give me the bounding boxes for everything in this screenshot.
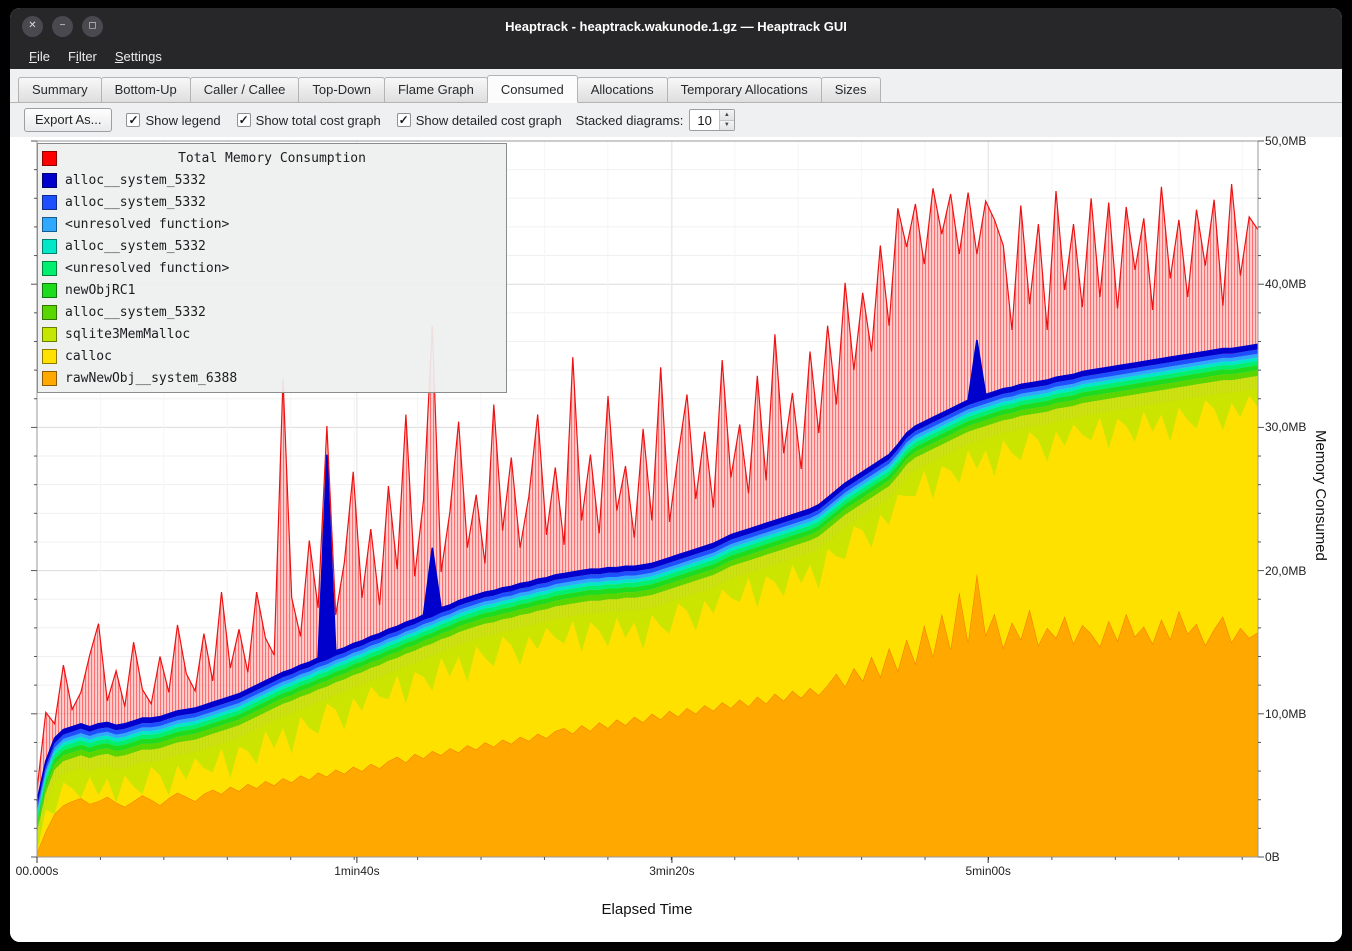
- close-icon: ✕: [28, 21, 36, 31]
- x-tick-label: 3min20s: [649, 864, 694, 878]
- x-tick-label: 1min40s: [334, 864, 379, 878]
- legend-label: alloc__system_5332: [65, 305, 206, 320]
- legend-swatch: [42, 349, 57, 364]
- y-tick-label: 50,0MB: [1265, 134, 1306, 148]
- legend-swatch: [42, 283, 57, 298]
- minimize-button[interactable]: −: [52, 16, 73, 37]
- legend-label: alloc__system_5332: [65, 239, 206, 254]
- legend-row: rawNewObj__system_6388: [42, 367, 502, 389]
- tab-top-down[interactable]: Top-Down: [298, 77, 385, 103]
- legend-title: Total Memory Consumption: [42, 151, 502, 166]
- y-tick-label: 30,0MB: [1265, 420, 1306, 434]
- window-title: Heaptrack - heaptrack.wakunode.1.gz — He…: [10, 19, 1342, 34]
- legend-swatch: [42, 305, 57, 320]
- x-axis-title: Elapsed Time: [602, 901, 693, 918]
- legend-label: alloc__system_5332: [65, 173, 206, 188]
- chart-area: Total Memory Consumption alloc__system_5…: [10, 137, 1342, 942]
- chevron-up-icon: ▲: [724, 112, 730, 118]
- menu-bar: FileFilterSettings: [10, 44, 1342, 69]
- y-tick-label: 10,0MB: [1265, 707, 1306, 721]
- y-axis-title: Memory Consumed: [1312, 430, 1329, 561]
- tab-consumed[interactable]: Consumed: [487, 75, 578, 103]
- menu-item-filter[interactable]: Filter: [59, 46, 106, 67]
- maximize-button[interactable]: ◻: [82, 16, 103, 37]
- tab-sizes[interactable]: Sizes: [821, 77, 881, 103]
- spin-down-button[interactable]: ▼: [720, 120, 734, 131]
- window-controls: ✕ − ◻: [22, 8, 103, 44]
- legend-row: alloc__system_5332: [42, 191, 502, 213]
- checkbox-check-icon: ✓: [126, 113, 140, 127]
- tab-temporary-allocations[interactable]: Temporary Allocations: [667, 77, 822, 103]
- checkbox-show-legend[interactable]: ✓ Show legend: [126, 113, 220, 128]
- tab-allocations[interactable]: Allocations: [577, 77, 668, 103]
- legend-swatch: [42, 239, 57, 254]
- minimize-icon: −: [60, 21, 66, 31]
- legend-swatch: [42, 195, 57, 210]
- legend-label: newObjRC1: [65, 283, 135, 298]
- close-button[interactable]: ✕: [22, 16, 43, 37]
- desktop-background: ✕ − ◻ Heaptrack - heaptrack.wakunode.1.g…: [0, 0, 1352, 951]
- tab-flame-graph[interactable]: Flame Graph: [384, 77, 488, 103]
- maximize-icon: ◻: [88, 21, 96, 31]
- export-as-button[interactable]: Export As...: [24, 108, 112, 132]
- y-tick-label: 40,0MB: [1265, 277, 1306, 291]
- legend-swatch: [42, 261, 57, 276]
- chevron-down-icon: ▼: [724, 122, 730, 128]
- toolbar: Export As... ✓ Show legend ✓ Show total cos…: [10, 103, 1342, 137]
- tab-caller-callee[interactable]: Caller / Callee: [190, 77, 300, 103]
- legend-row: alloc__system_5332: [42, 301, 502, 323]
- checkbox-label: Show legend: [145, 113, 220, 128]
- spin-up-button[interactable]: ▲: [720, 110, 734, 120]
- legend-row: sqlite3MemMalloc: [42, 323, 502, 345]
- spinbox-value: 10: [690, 110, 718, 130]
- checkbox-label: Show detailed cost graph: [416, 113, 562, 128]
- checkbox-show-total-cost-graph[interactable]: ✓ Show total cost graph: [237, 113, 381, 128]
- legend-label: <unresolved function>: [65, 217, 229, 232]
- tab-summary[interactable]: Summary: [18, 77, 102, 103]
- stacked-diagrams-label: Stacked diagrams:: [576, 113, 684, 128]
- legend-row: alloc__system_5332: [42, 169, 502, 191]
- tab-bar: SummaryBottom-UpCaller / CalleeTop-DownF…: [10, 69, 1342, 103]
- legend-label: rawNewObj__system_6388: [65, 371, 237, 386]
- legend-row: <unresolved function>: [42, 213, 502, 235]
- checkbox-check-icon: ✓: [397, 113, 411, 127]
- legend-label: alloc__system_5332: [65, 195, 206, 210]
- checkbox-show-detailed-cost-graph[interactable]: ✓ Show detailed cost graph: [397, 113, 562, 128]
- title-bar[interactable]: ✕ − ◻ Heaptrack - heaptrack.wakunode.1.g…: [10, 8, 1342, 44]
- legend-label: sqlite3MemMalloc: [65, 327, 190, 342]
- x-tick-label: 5min00s: [965, 864, 1010, 878]
- menu-item-settings[interactable]: Settings: [106, 46, 171, 67]
- legend-swatch: [42, 173, 57, 188]
- legend-swatch: [42, 371, 57, 386]
- legend-label: calloc: [65, 349, 112, 364]
- checkbox-check-icon: ✓: [237, 113, 251, 127]
- app-window: ✕ − ◻ Heaptrack - heaptrack.wakunode.1.g…: [10, 8, 1342, 942]
- checkbox-label: Show total cost graph: [256, 113, 381, 128]
- legend-rows: alloc__system_5332 alloc__system_5332 <unr…: [42, 169, 502, 389]
- checkbox-group: ✓ Show legend ✓ Show total cost graph ✓ Show …: [126, 113, 561, 128]
- legend-label: <unresolved function>: [65, 261, 229, 276]
- legend-row: newObjRC1: [42, 279, 502, 301]
- legend-title-row: Total Memory Consumption: [42, 147, 502, 169]
- legend-swatch: [42, 217, 57, 232]
- legend-row: <unresolved function>: [42, 257, 502, 279]
- x-tick-label: 00.000s: [16, 864, 59, 878]
- spinbox-arrows: ▲ ▼: [719, 110, 734, 130]
- legend-swatch: [42, 327, 57, 342]
- y-tick-label: 20,0MB: [1265, 564, 1306, 578]
- chart-legend: Total Memory Consumption alloc__system_5…: [37, 143, 507, 393]
- menu-item-file[interactable]: File: [20, 46, 59, 67]
- y-tick-label: 0B: [1265, 850, 1280, 864]
- tab-bottom-up[interactable]: Bottom-Up: [101, 77, 191, 103]
- stacked-diagrams-spinbox[interactable]: 10 ▲ ▼: [689, 109, 734, 131]
- legend-row: calloc: [42, 345, 502, 367]
- legend-row: alloc__system_5332: [42, 235, 502, 257]
